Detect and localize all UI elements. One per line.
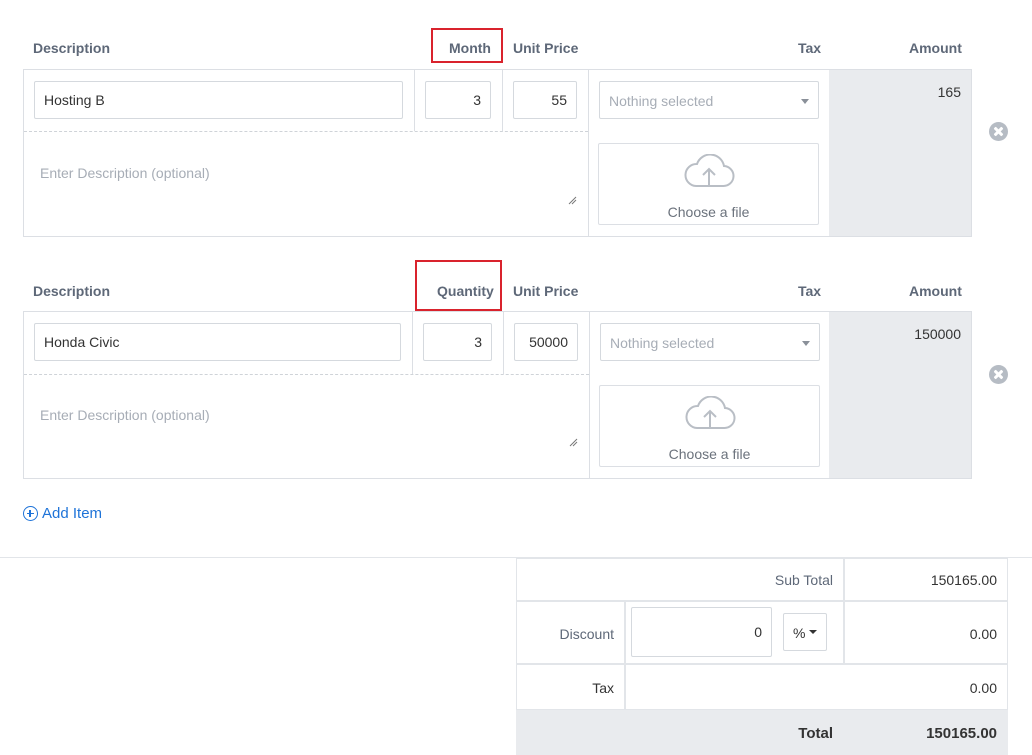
- caret-down-icon: [802, 341, 810, 346]
- add-item-button[interactable]: Add Item: [23, 505, 102, 522]
- amount-cell: 165: [829, 70, 971, 236]
- discount-label: Discount: [559, 626, 614, 642]
- subtotal-value-cell: 150165.00: [844, 558, 1008, 601]
- tax-value-cell: 0.00: [625, 664, 1008, 710]
- header-tax-2: Tax: [798, 283, 822, 299]
- subtotal-label: Sub Total: [774, 572, 833, 588]
- total-value-cell: 150165.00: [844, 710, 1008, 755]
- amount-value: 150000: [914, 326, 961, 342]
- plus-circle-icon: [23, 506, 38, 521]
- total-label-cell: Total: [516, 710, 844, 755]
- resize-grip-icon[interactable]: [568, 437, 578, 447]
- subtotal-value: 150165.00: [930, 572, 997, 588]
- upload-label: Choose a file: [668, 446, 751, 462]
- header-amount-2: Amount: [909, 283, 962, 299]
- description-textarea[interactable]: [40, 165, 570, 205]
- discount-input[interactable]: [631, 607, 772, 657]
- discount-type-value: %: [793, 625, 806, 641]
- resize-grip-icon[interactable]: [567, 195, 577, 205]
- discount-label-cell: Discount: [516, 601, 625, 664]
- discount-value-cell: 0.00: [844, 601, 1008, 664]
- header-unit-price-2: Unit Price: [513, 283, 579, 299]
- unit-price-input[interactable]: [513, 81, 577, 119]
- file-upload-dropzone[interactable]: Choose a file: [598, 143, 819, 225]
- amount-cell: 150000: [829, 312, 971, 478]
- item-name-input[interactable]: [34, 81, 403, 119]
- file-upload-dropzone[interactable]: Choose a file: [599, 385, 820, 467]
- tax-select[interactable]: Nothing selected: [599, 81, 819, 119]
- quantity-input[interactable]: [423, 323, 492, 361]
- header-tax-1: Tax: [798, 40, 822, 56]
- header-amount-1: Amount: [909, 40, 962, 56]
- discount-type-dropdown[interactable]: %: [783, 613, 827, 651]
- header-description-2: Description: [33, 283, 111, 299]
- remove-circle-icon[interactable]: [989, 122, 1008, 141]
- highlight-box-month: [431, 28, 503, 63]
- item-name-input[interactable]: [34, 323, 401, 361]
- tax-select-placeholder: Nothing selected: [610, 335, 715, 351]
- add-item-label: Add Item: [42, 505, 103, 522]
- tax-label-cell: Tax: [516, 664, 625, 710]
- tax-select[interactable]: Nothing selected: [600, 323, 820, 361]
- caret-down-icon: [801, 99, 809, 104]
- tax-label: Tax: [592, 680, 614, 696]
- header-description-1: Description: [33, 40, 111, 56]
- description-textarea[interactable]: [40, 407, 570, 447]
- highlight-box-quantity: [415, 260, 502, 311]
- total-label: Total: [798, 725, 833, 742]
- cloud-upload-icon: [684, 154, 734, 188]
- upload-label: Choose a file: [667, 204, 750, 220]
- cloud-upload-icon: [685, 396, 735, 430]
- remove-circle-icon[interactable]: [989, 365, 1008, 384]
- total-value: 150165.00: [926, 725, 997, 742]
- tax-value: 0.00: [969, 680, 997, 696]
- tax-select-placeholder: Nothing selected: [609, 93, 714, 109]
- subtotal-label-cell: Sub Total: [516, 558, 844, 601]
- quantity-input[interactable]: [425, 81, 491, 119]
- unit-price-input[interactable]: [514, 323, 578, 361]
- caret-down-icon: [809, 630, 817, 634]
- amount-value: 165: [937, 84, 961, 100]
- header-unit-price-1: Unit Price: [513, 40, 579, 56]
- discount-value: 0.00: [969, 626, 997, 642]
